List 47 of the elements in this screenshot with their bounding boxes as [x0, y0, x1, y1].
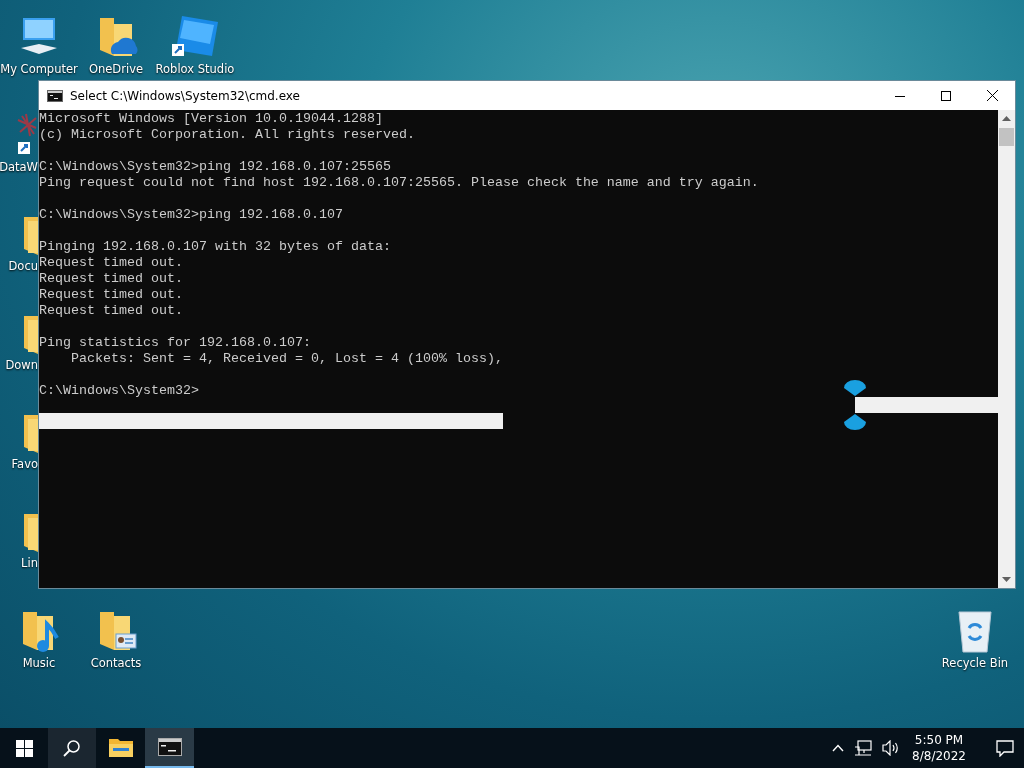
- console-line: Pinging 192.168.0.107 with 32 bytes of data:: [39, 239, 391, 255]
- icon-label[interactable]: Lin: [21, 556, 38, 570]
- scrollbar[interactable]: [998, 110, 1015, 588]
- chevron-up-icon[interactable]: [832, 744, 845, 752]
- icon-label[interactable]: Roblox Studio: [155, 62, 235, 76]
- notification-icon[interactable]: [996, 739, 1014, 757]
- console-line: Request timed out.: [39, 255, 183, 271]
- icon-label[interactable]: DataW: [0, 160, 38, 174]
- icon-label[interactable]: Recycle Bin: [941, 656, 1009, 670]
- console-line: Ping statistics for 192.168.0.107:: [39, 335, 311, 351]
- scroll-down-icon[interactable]: [1002, 577, 1011, 582]
- windows-logo-icon: [15, 739, 33, 757]
- console-icon: [47, 89, 63, 102]
- selection-handle-icon[interactable]: [842, 379, 868, 396]
- console-taskbar-button[interactable]: [145, 728, 194, 768]
- clock-time[interactable]: 5:50 PM: [914, 732, 964, 748]
- window-title: Select C:\Windows\System32\cmd.exe: [70, 88, 301, 103]
- scroll-thumb[interactable]: [999, 128, 1014, 146]
- console-line: C:\Windows\System32>: [39, 383, 199, 399]
- console-line: Microsoft Windows [Version 10.0.19044.1288]: [39, 111, 383, 127]
- console-line: Request timed out.: [39, 271, 183, 287]
- clock-date[interactable]: 8/8/2022: [912, 748, 966, 764]
- selection-handle-icon[interactable]: [842, 414, 868, 431]
- network-icon[interactable]: [854, 740, 873, 756]
- close-icon: [986, 90, 998, 101]
- console-line: C:\Windows\System32>ping 192.168.0.107:25565: [39, 159, 391, 175]
- console-line: Ping request could not find host 192.168.0.107:25565. Please check the name and try again.: [39, 175, 759, 191]
- console-line: Request timed out.: [39, 287, 183, 303]
- icon-label[interactable]: Down: [5, 358, 38, 372]
- scroll-up-icon[interactable]: [1002, 116, 1011, 121]
- search-icon: [63, 739, 81, 757]
- recycle-bin-icon[interactable]: [955, 608, 995, 654]
- search-button[interactable]: [48, 728, 96, 768]
- console-icon: [157, 738, 182, 756]
- icon-label[interactable]: OneDrive: [88, 62, 144, 76]
- volume-icon[interactable]: [882, 740, 901, 756]
- console-line: Packets: Sent = 4, Received = 0, Lost = 4 (100% loss),: [70, 351, 503, 367]
- console-line: Request timed out.: [39, 303, 183, 319]
- icon-label[interactable]: Contacts: [90, 656, 142, 670]
- folder-icon: [108, 737, 133, 757]
- icon-label[interactable]: My Computer: [0, 62, 78, 76]
- icon-label[interactable]: Favo: [11, 457, 38, 471]
- icon-label[interactable]: Docu: [8, 259, 38, 273]
- icon-label[interactable]: Music: [22, 656, 56, 670]
- maximize-icon: [941, 90, 951, 101]
- console-line: (c) Microsoft Corporation. All rights reserved.: [39, 127, 415, 143]
- console-line: C:\Windows\System32>ping 192.168.0.107: [39, 207, 343, 223]
